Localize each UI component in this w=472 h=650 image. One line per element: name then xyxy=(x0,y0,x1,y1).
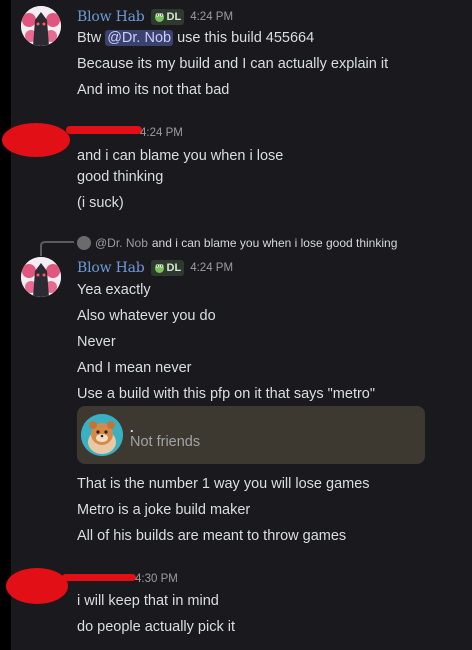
embed-username: . xyxy=(130,420,134,435)
message-line: And imo its not that bad xyxy=(77,82,230,98)
message-line: good thinking xyxy=(77,169,164,185)
otter-avatar-art xyxy=(81,414,123,456)
reply-text: and i can blame you when i lose good thi… xyxy=(151,236,398,250)
redacted-avatar xyxy=(2,123,70,157)
reply-preview[interactable]: @Dr. Nob and i can blame you when i lose… xyxy=(77,234,397,252)
avatar-art xyxy=(21,6,61,46)
message-text: Btw xyxy=(77,30,106,46)
message-line: (i suck) xyxy=(77,195,124,211)
message-line: Also whatever you do xyxy=(77,308,216,324)
embed-status: Not friends xyxy=(130,434,201,450)
message-line: do people actually pick it xyxy=(77,619,235,635)
reply-author[interactable]: @Dr. Nob xyxy=(95,236,148,250)
message-line: All of his builds are meant to throw gam… xyxy=(77,528,347,544)
blowhab-avatar[interactable] xyxy=(21,257,61,297)
user-mention[interactable]: @Dr. Nob xyxy=(105,30,174,46)
reply-avatar xyxy=(77,236,91,250)
reply-line-icon xyxy=(40,241,74,256)
message-line: Metro is a joke build maker xyxy=(77,502,251,518)
frog-emoji-icon xyxy=(154,13,164,22)
redacted-username xyxy=(62,574,136,581)
timestamp[interactable]: 4:30 PM xyxy=(135,573,178,585)
message-line: Yea exactly xyxy=(77,282,151,298)
message-line: i will keep that in mind xyxy=(77,593,219,609)
author-name[interactable]: Blow Hab xyxy=(77,260,145,276)
message-line: Use a build with this pfp on it that say… xyxy=(77,386,376,402)
message-line: Never xyxy=(77,334,116,350)
user-profile-embed[interactable]: . Not friends xyxy=(77,406,425,464)
message-header: Blow Hab DL 4:24 PM xyxy=(77,258,233,278)
timestamp[interactable]: 4:24 PM xyxy=(190,262,233,274)
blowhab-avatar[interactable] xyxy=(21,6,61,46)
badge-label: DL xyxy=(166,262,182,274)
message-line: Because its my build and I can actually … xyxy=(77,56,389,72)
avatar-art xyxy=(21,257,61,297)
message-line: That is the number 1 way you will lose g… xyxy=(77,476,370,492)
message-header: Blow Hab DL 4:24 PM xyxy=(77,7,233,27)
frog-emoji-icon xyxy=(154,264,164,273)
author-name[interactable]: Blow Hab xyxy=(77,9,145,25)
redacted-username xyxy=(66,126,142,134)
guild-tag-badge[interactable]: DL xyxy=(150,260,185,276)
message-line: And I mean never xyxy=(77,360,192,376)
timestamp[interactable]: 4:24 PM xyxy=(140,127,183,139)
message-line: and i can blame you when i lose xyxy=(77,148,284,164)
message-text: use this build 455664 xyxy=(173,30,315,46)
badge-label: DL xyxy=(166,11,182,23)
message-line: Btw @Dr. Nob use this build 455664 xyxy=(77,28,314,48)
redacted-avatar xyxy=(6,568,68,604)
embed-avatar[interactable] xyxy=(81,414,123,456)
guild-tag-badge[interactable]: DL xyxy=(150,9,185,25)
timestamp[interactable]: 4:24 PM xyxy=(190,11,233,23)
